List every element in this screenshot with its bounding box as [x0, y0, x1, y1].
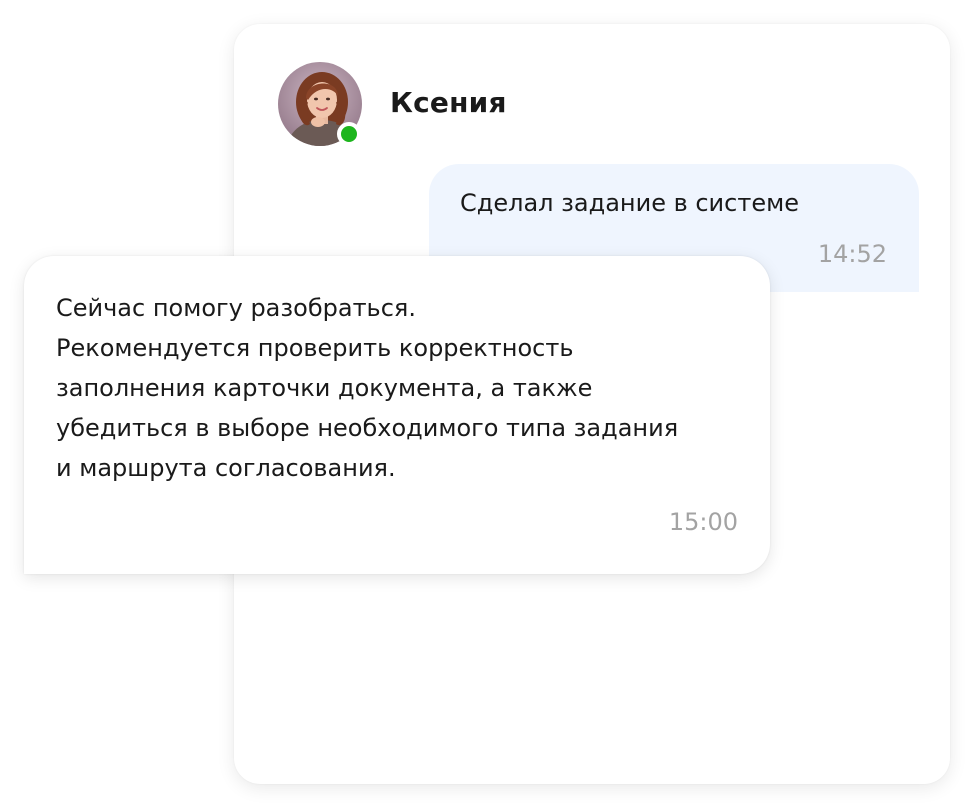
message-line: Рекомендуется проверить корректность: [56, 334, 574, 362]
message-text: Сейчас помогу разобраться. Рекомендуется…: [56, 288, 746, 488]
message-timestamp: 15:00: [668, 508, 738, 536]
incoming-message-bubble[interactable]: Сейчас помогу разобраться. Рекомендуется…: [24, 256, 770, 574]
contact-name: Ксения: [390, 86, 507, 119]
message-line: и маршрута согласования.: [56, 454, 396, 482]
chat-stage: Ксения Сделал задание в системе 14:52 Се…: [0, 0, 974, 808]
message-line: заполнения карточки документа, а также: [56, 374, 593, 402]
online-status-indicator: [337, 122, 361, 146]
message-line: убедиться в выборе необходимого типа зад…: [56, 414, 679, 442]
message-text: Сделал задание в системе: [460, 189, 799, 217]
avatar[interactable]: [278, 62, 362, 146]
message-line: Сейчас помогу разобраться.: [56, 294, 416, 322]
message-timestamp: 14:52: [817, 240, 887, 268]
